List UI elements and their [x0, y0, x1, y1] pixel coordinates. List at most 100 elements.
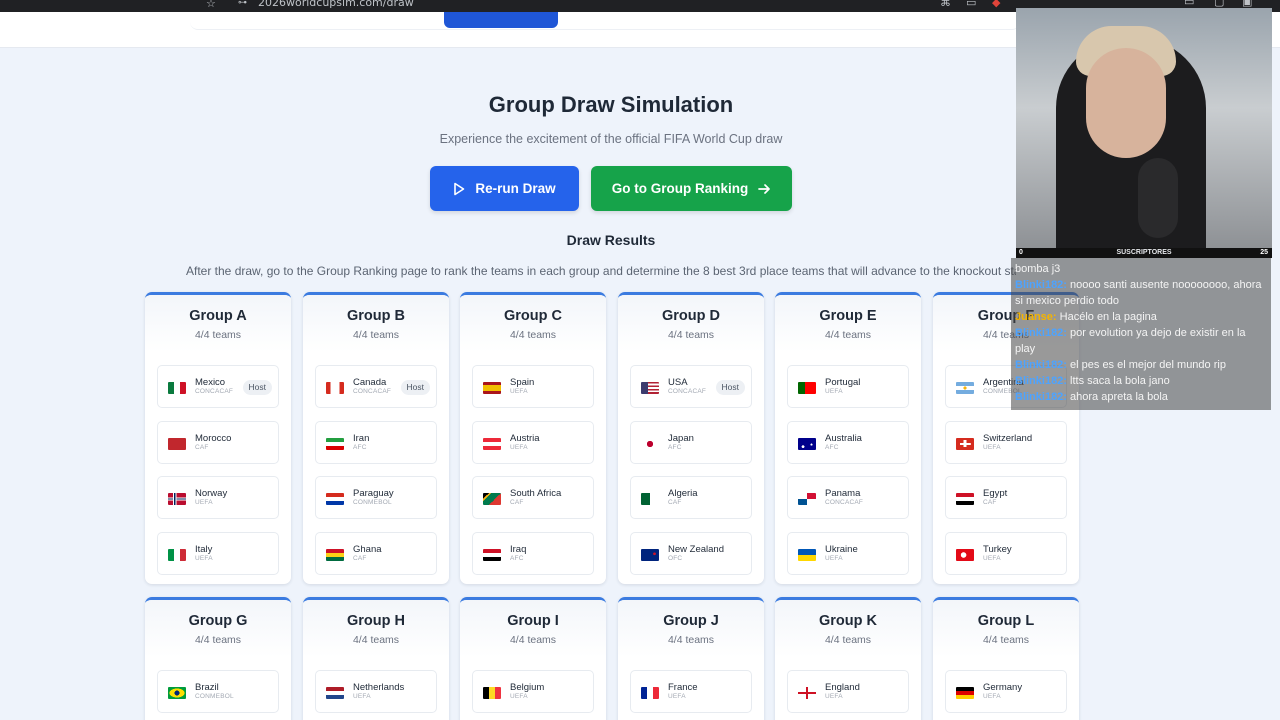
group-card: Group L 4/4 teams Germany UEFA: [933, 597, 1079, 720]
team-item[interactable]: Japan AFC: [630, 420, 752, 464]
team-item[interactable]: Egypt CAF: [945, 476, 1067, 519]
team-item[interactable]: Italy UEFA: [157, 531, 279, 575]
team-confederation: CAF: [353, 554, 367, 562]
chat-message: Blinki182: ltts saca la bola jano: [1015, 373, 1267, 389]
subscriber-bar: 0 SUSCRIPTORES 25: [1016, 248, 1272, 258]
team-confederation: CONMEBOL: [353, 499, 392, 506]
team-confederation: UEFA: [825, 554, 843, 562]
team-item[interactable]: Morocco CAF: [157, 420, 279, 464]
team-item[interactable]: England UEFA: [787, 670, 909, 713]
morocco-flag-icon: [168, 437, 186, 450]
team-name: Canada: [353, 377, 387, 388]
team-confederation: UEFA: [668, 693, 686, 700]
brave-shield-icon[interactable]: ◆: [992, 0, 1000, 9]
bookmark-icon[interactable]: ☆: [206, 0, 216, 10]
group-team-count: 4/4 teams: [194, 634, 242, 646]
group-header: Group J 4/4 teams: [618, 600, 764, 657]
extension-icon[interactable]: ▭: [966, 0, 976, 9]
close-window-icon[interactable]: ▣: [1242, 0, 1252, 8]
team-item[interactable]: Iran AFC: [315, 420, 437, 464]
team-item[interactable]: Ukraine UEFA: [787, 531, 909, 575]
team-confederation: CONCACAF: [353, 388, 392, 395]
team-item[interactable]: Turkey UEFA: [945, 531, 1067, 575]
team-name: Norway: [195, 488, 228, 499]
restore-icon[interactable]: ▢: [1214, 0, 1224, 8]
team-item[interactable]: Paraguay CONMEBOL: [315, 476, 437, 519]
team-confederation: UEFA: [510, 388, 528, 395]
chat-username: Blinki182:: [1015, 391, 1071, 403]
team-item[interactable]: South Africa CAF: [472, 476, 594, 519]
nav-active-button[interactable]: [444, 12, 558, 28]
turkey-flag-icon: [956, 548, 974, 561]
team-item[interactable]: Spain UEFA: [472, 365, 594, 408]
chat-text: el pes es el mejor del mundo rip: [1070, 359, 1226, 371]
team-item[interactable]: Belgium UEFA: [472, 670, 594, 713]
group-name: Group H: [347, 613, 405, 629]
arrow-right-icon: [758, 183, 771, 194]
group-team-count: 4/4 teams: [352, 634, 400, 646]
webcam-overlay: 0 SUSCRIPTORES 25: [1016, 8, 1272, 258]
team-confederation: UEFA: [983, 554, 1001, 562]
ghana-flag-icon: [326, 548, 344, 561]
team-item[interactable]: USA CONCACAF Host: [630, 365, 752, 408]
group-header: Group E 4/4 teams: [775, 295, 921, 352]
algeria-flag-icon: [641, 493, 659, 505]
group-card: Group H 4/4 teams Netherlands UEFA: [303, 597, 449, 720]
japan-flag-icon: [641, 437, 659, 450]
group-header: Group C 4/4 teams: [460, 295, 606, 352]
team-item[interactable]: Switzerland UEFA: [945, 420, 1067, 464]
iran-flag-icon: [326, 437, 344, 450]
team-name: Morocco: [195, 432, 232, 444]
team-item[interactable]: Austria UEFA: [472, 420, 594, 464]
subscriber-goal: 25: [1260, 249, 1268, 256]
team-confederation: UEFA: [353, 693, 371, 700]
team-confederation: CONCACAF: [668, 388, 707, 395]
group-card: Group E 4/4 teams Portugal UEFA Australia AFC…: [775, 292, 921, 584]
team-item[interactable]: Panama CONCACAF: [787, 476, 909, 519]
austria-flag-icon: [483, 437, 501, 450]
team-name: Portugal: [825, 377, 861, 388]
subscriber-start: 0: [1019, 249, 1023, 256]
address-bar[interactable]: 2026worldcupsim.com/draw: [258, 0, 414, 9]
group-name: Group I: [507, 613, 559, 629]
team-item[interactable]: Iraq AFC: [472, 531, 594, 575]
group-team-count: 4/4 teams: [667, 634, 715, 646]
group-ranking-button[interactable]: Go to Group Ranking: [591, 166, 792, 211]
team-confederation: UEFA: [825, 693, 843, 700]
group-team-count: 4/4 teams: [667, 329, 715, 341]
chat-username: Blinki182:: [1015, 279, 1071, 291]
team-confederation: UEFA: [825, 388, 843, 395]
team-item[interactable]: Ghana CAF: [315, 531, 437, 575]
team-name: USA: [668, 377, 688, 388]
team-item[interactable]: New Zealand OFC: [630, 531, 752, 575]
team-item[interactable]: Germany UEFA: [945, 670, 1067, 713]
team-item[interactable]: Algeria CAF: [630, 476, 752, 519]
group-name: Group G: [188, 613, 248, 629]
host-badge: Host: [715, 380, 745, 395]
subscriber-label: SUSCRIPTORES: [1116, 249, 1172, 256]
site-info-icon[interactable]: ⊶: [238, 0, 247, 8]
chat-text: ahora apreta la bola: [1070, 391, 1168, 403]
team-name: Switzerland: [983, 432, 1033, 444]
team-item[interactable]: France UEFA: [630, 670, 752, 713]
rerun-draw-button[interactable]: Re-run Draw: [430, 166, 579, 211]
team-item[interactable]: Australia AFC: [787, 420, 909, 464]
team-name: Belgium: [510, 682, 545, 693]
team-item[interactable]: Netherlands UEFA: [315, 670, 437, 713]
translate-icon[interactable]: ⌘: [940, 0, 951, 9]
group-team-count: 4/4 teams: [824, 634, 872, 646]
usa-flag-icon: [641, 382, 659, 394]
minimize-icon[interactable]: ▭: [1184, 0, 1194, 8]
team-item[interactable]: Norway UEFA: [157, 476, 279, 519]
team-item[interactable]: Brazil CONMEBOL: [157, 670, 279, 713]
team-item[interactable]: Portugal UEFA: [787, 365, 909, 408]
team-item[interactable]: Canada CONCACAF Host: [315, 365, 437, 408]
switzerland-flag-icon: [956, 437, 974, 450]
australia-flag-icon: [798, 437, 816, 450]
belgium-flag-icon: [483, 687, 501, 699]
rerun-draw-label: Re-run Draw: [475, 181, 556, 196]
team-name: Panama: [825, 488, 861, 499]
ukraine-flag-icon: [798, 548, 816, 561]
team-item[interactable]: Mexico CONCACAF Host: [157, 365, 279, 408]
england-flag-icon: [798, 687, 816, 699]
